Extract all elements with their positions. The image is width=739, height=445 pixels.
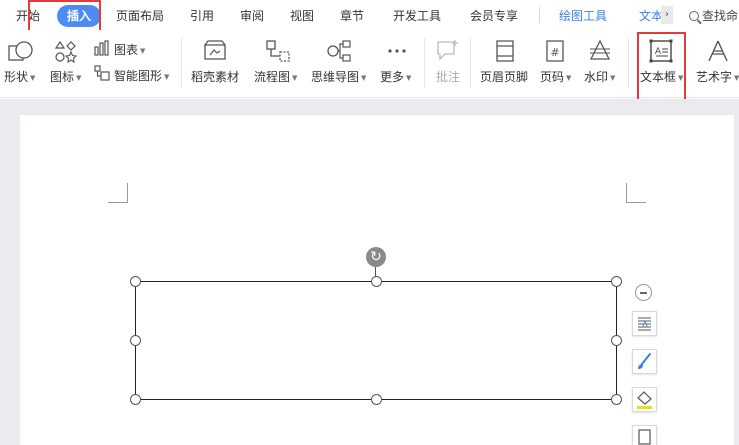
tab-divider xyxy=(539,7,540,23)
svg-text:#: # xyxy=(550,46,559,59)
watermark-icon xyxy=(589,39,611,60)
ribbon-tab-bar: 开始 插入 页面布局 引用 审阅 视图 章节 开发工具 会员专享 绘图工具 文本… xyxy=(0,0,739,30)
tab-member[interactable]: 会员专享 xyxy=(470,7,518,24)
tab-view[interactable]: 视图 xyxy=(290,7,314,24)
mindmap-label: 思维导图 xyxy=(311,70,360,84)
smart-graphic-label: 智能图形 xyxy=(114,69,163,83)
shapes-label: 形状 xyxy=(4,70,29,84)
page-number-button[interactable]: 页码 ▼ xyxy=(540,68,571,85)
mindmap-icon xyxy=(327,40,351,62)
page-number-icon: # xyxy=(546,40,564,62)
page-number-label: 页码 xyxy=(540,70,565,84)
chart-button[interactable]: 图表 ▼ xyxy=(114,41,145,58)
ribbon-divider xyxy=(628,38,629,88)
tab-section[interactable]: 章节 xyxy=(340,7,364,24)
resize-handle-top-right[interactable] xyxy=(611,276,622,287)
search-icon xyxy=(689,11,699,21)
resize-handle-bottom[interactable] xyxy=(371,394,382,405)
outline-style-button[interactable] xyxy=(632,349,657,374)
tab-page-layout[interactable]: 页面布局 xyxy=(116,7,164,24)
wordart-button[interactable]: 艺术字 ▼ xyxy=(696,68,739,85)
header-footer-icon xyxy=(496,40,514,62)
text-box-shape[interactable] xyxy=(135,281,617,400)
flowchart-button[interactable]: 流程图 ▼ xyxy=(254,68,297,85)
fill-bucket-icon xyxy=(637,391,652,409)
document-canvas[interactable]: ↻ xyxy=(0,99,739,445)
text-wrap-icon xyxy=(638,317,651,331)
watermark-label: 水印 xyxy=(584,70,609,84)
resize-handle-bottom-left[interactable] xyxy=(130,394,141,405)
fill-color-button[interactable] xyxy=(632,387,657,412)
resize-handle-left[interactable] xyxy=(130,335,141,346)
more-options-button[interactable] xyxy=(632,425,657,445)
layout-options-icon xyxy=(638,429,651,445)
rotate-handle-icon[interactable]: ↻ xyxy=(366,247,386,267)
wordart-label: 艺术字 xyxy=(696,70,733,84)
tab-drawing-tools[interactable]: 绘图工具 xyxy=(559,7,607,24)
tab-review[interactable]: 审阅 xyxy=(240,7,264,24)
icons-button[interactable]: 图标 ▼ xyxy=(50,68,81,85)
shapes-button[interactable]: 形状 ▼ xyxy=(4,68,35,85)
chart-icon xyxy=(94,40,109,56)
resize-handle-top-left[interactable] xyxy=(130,276,141,287)
margin-corner-top-right xyxy=(626,183,646,203)
highlight-insert-tab xyxy=(28,0,101,33)
flowchart-label: 流程图 xyxy=(254,70,291,84)
watermark-button[interactable]: 水印 ▼ xyxy=(584,68,615,85)
comment-button[interactable]: 批注 xyxy=(436,68,460,85)
margin-corner-top-left xyxy=(108,183,128,203)
smart-graphic-icon xyxy=(94,65,110,81)
shapes-icon xyxy=(8,41,33,61)
text-wrap-button[interactable] xyxy=(632,311,657,336)
wordart-icon xyxy=(708,40,728,62)
search-command[interactable]: 查找命 xyxy=(689,7,738,24)
chart-label: 图表 xyxy=(114,43,139,57)
resize-handle-bottom-right[interactable] xyxy=(611,394,622,405)
tab-text-tools[interactable]: 文本 xyxy=(639,7,661,24)
docer-material-button[interactable]: 稻壳素材 xyxy=(191,68,239,85)
document-page[interactable]: ↻ xyxy=(20,115,734,445)
more-dots-icon xyxy=(388,49,406,53)
header-footer-button[interactable]: 页眉页脚 xyxy=(480,68,528,85)
resize-handle-right[interactable] xyxy=(611,335,622,346)
more-label: 更多 xyxy=(380,70,405,84)
tab-scroll-right-icon[interactable]: › xyxy=(661,6,673,24)
icons-label: 图标 xyxy=(50,70,75,84)
icons-icon xyxy=(54,40,78,64)
comment-icon xyxy=(437,40,458,61)
ribbon-divider xyxy=(424,38,425,88)
tab-references[interactable]: 引用 xyxy=(190,7,214,24)
brush-icon xyxy=(638,353,651,369)
ribbon-divider xyxy=(181,38,182,88)
mindmap-button[interactable]: 思维导图 ▼ xyxy=(311,68,366,85)
search-label: 查找命 xyxy=(702,9,739,23)
ribbon-toolbar: 形状 ▼ 图标 ▼ 图表 ▼ 智能图形 ▼ 稻壳素材 流程图 ▼ 思维导图 ▼ … xyxy=(0,30,739,98)
more-button[interactable]: 更多 ▼ xyxy=(380,68,411,85)
collapse-tools-icon[interactable] xyxy=(635,284,652,301)
ribbon-divider xyxy=(470,38,471,88)
flowchart-icon xyxy=(266,40,290,62)
smart-graphic-button[interactable]: 智能图形 ▼ xyxy=(114,67,169,84)
resize-handle-top[interactable] xyxy=(371,276,382,287)
docer-material-icon xyxy=(204,40,226,60)
tab-developer[interactable]: 开发工具 xyxy=(393,7,441,24)
